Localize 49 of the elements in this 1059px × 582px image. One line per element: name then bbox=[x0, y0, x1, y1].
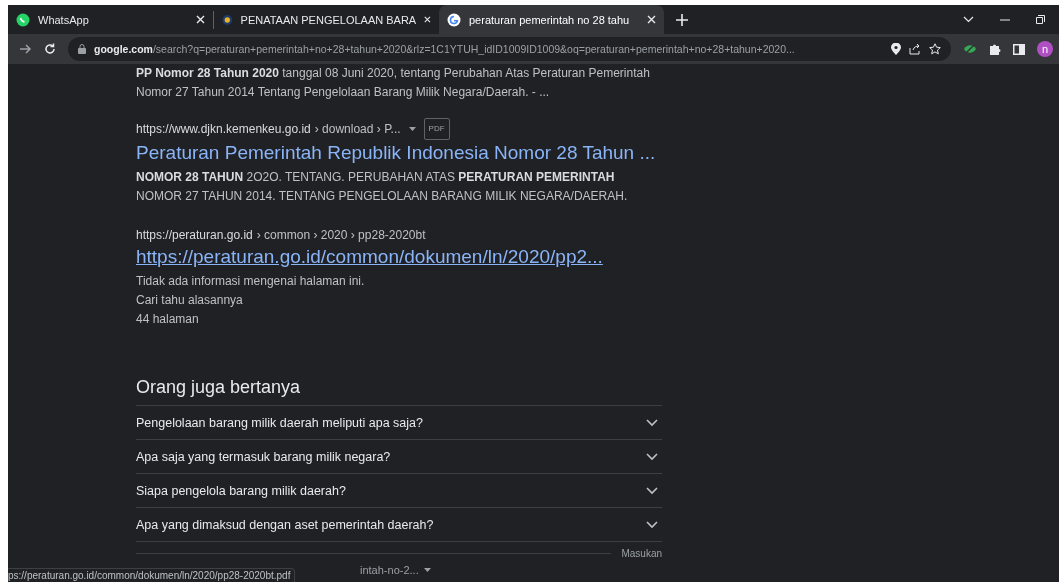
question-row[interactable]: Pengelolaan barang milik daerah meliputi apa saja? bbox=[136, 406, 662, 440]
chat-bubble-icon bbox=[16, 12, 30, 27]
emblem-icon bbox=[222, 12, 233, 27]
plus-icon[interactable] bbox=[676, 13, 688, 26]
side-panel-icon[interactable] bbox=[1013, 43, 1025, 55]
result-title-link[interactable]: Peraturan Pemerintah Republik Indonesia Nomor 28 Tahun ... bbox=[136, 140, 656, 166]
minimize-icon[interactable] bbox=[1000, 18, 1010, 21]
result-breadcrumb: › download › P... bbox=[314, 121, 401, 138]
forward-arrow-icon[interactable] bbox=[20, 43, 32, 55]
url-path: /search?q=peraturan+pemerintah+no+28+tahun+2020&rlz=1C1YTUH_idID1009ID1009&oq=peraturan+pemerintah+no+28+tahun+2020... bbox=[152, 43, 795, 55]
result-snippet: NOMOR 27 TAHUN 2014. TENTANG PENGELOLAAN BARANG MILIK NEGARA/DAERAH. bbox=[136, 188, 629, 205]
result-snippet: Nomor 27 Tahun 2014 Tentang Pengelolaan Barang Milik Negara/Daerah. - ... bbox=[136, 84, 551, 101]
download-filename: intah-no-2... bbox=[360, 564, 419, 576]
status-bar: ps://peraturan.go.id/common/dokumen/ln/2020/pp28-2020bt.pdf bbox=[8, 568, 296, 582]
pdf-badge: PDF bbox=[423, 118, 450, 140]
reload-icon[interactable] bbox=[44, 43, 56, 55]
browser-tab[interactable]: WhatsApp bbox=[8, 5, 213, 34]
share-icon[interactable] bbox=[909, 43, 921, 55]
caret-icon[interactable] bbox=[423, 568, 431, 572]
puzzle-icon[interactable] bbox=[989, 43, 1001, 55]
browser-tab[interactable]: peraturan pemerintah no 28 tahu bbox=[439, 5, 664, 34]
address-bar[interactable]: google.com/search?q=peraturan+pemerintah+no+28+tahun+2020&rlz=1C1YTUH_idID1009ID1009&oq=peraturan+pemerintah+no+28+tahun+2020... bbox=[68, 37, 951, 61]
question-row[interactable]: Apa yang dimaksud dengan aset pemerintah daerah? bbox=[136, 508, 662, 542]
feedback-link[interactable]: Masukan bbox=[621, 548, 662, 559]
result-site: https://peraturan.go.id bbox=[136, 227, 253, 244]
result-breadcrumb: › common › 2020 › pp28-2020bt bbox=[256, 227, 426, 244]
question-row[interactable]: Apa saja yang termasuk barang milik negara? bbox=[136, 440, 662, 474]
lock-icon bbox=[78, 44, 86, 54]
chevron-icon[interactable] bbox=[963, 16, 974, 23]
profile-avatar[interactable]: n bbox=[1037, 41, 1053, 57]
colored-g-icon bbox=[447, 12, 461, 27]
result-site: https://www.djkn.kemenkeu.go.id bbox=[136, 121, 311, 138]
star-icon[interactable] bbox=[929, 43, 941, 55]
result-snippet: 44 halaman bbox=[136, 311, 200, 328]
result-snippet: Tidak ada informasi mengenai halaman ini. bbox=[136, 273, 366, 290]
close-icon[interactable] bbox=[424, 15, 431, 24]
result-snippet: NOMOR 28 TAHUN 2O2O. TENTANG. PERUBAHAN ATAS PERATURAN PEMERINTAH bbox=[136, 169, 616, 186]
location-pin-icon[interactable] bbox=[891, 43, 901, 55]
browser-tab[interactable]: PENATAAN PENGELOLAAN BARA bbox=[214, 5, 439, 34]
caret-icon[interactable] bbox=[408, 127, 416, 131]
result-snippet: PP Nomor 28 Tahun 2020 tanggal 08 Juni 2020, tentang Perubahan Atas Peraturan Pemerintah bbox=[136, 65, 651, 82]
restore-icon[interactable] bbox=[1036, 15, 1045, 24]
close-icon[interactable] bbox=[196, 15, 205, 24]
section-heading: Orang juga bertanya bbox=[136, 375, 662, 406]
result-title-link[interactable]: https://peraturan.go.id/common/dokumen/ln/2020/pp2... bbox=[136, 244, 603, 270]
url-host: google.com bbox=[94, 43, 153, 55]
question-row[interactable]: Siapa pengelola barang milik daerah? bbox=[136, 474, 662, 508]
close-icon[interactable] bbox=[647, 15, 656, 24]
result-snippet: Cari tahu alasannya bbox=[136, 292, 244, 309]
